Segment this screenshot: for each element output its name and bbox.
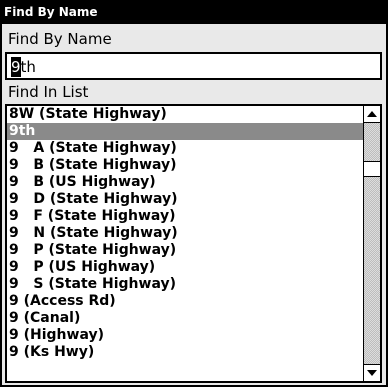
scroll-thumb[interactable] — [364, 161, 380, 177]
list-item-selected[interactable]: 9th — [7, 123, 363, 140]
scroll-up-button[interactable] — [364, 106, 380, 123]
list-item[interactable]: 9 P (State Highway) — [7, 242, 363, 259]
list-item[interactable]: 9 D (State Highway) — [7, 191, 363, 208]
list-scrollbar[interactable] — [363, 106, 380, 381]
results-list[interactable]: 8W (State Highway) 9th 9 A (State Highwa… — [5, 104, 382, 383]
arrow-down-icon — [367, 370, 377, 376]
list-item[interactable]: 9 B (US Highway) — [7, 174, 363, 191]
list-item[interactable]: 9 (Canal) — [7, 310, 363, 327]
list-item[interactable]: 9 (Ks Hwy) — [7, 344, 363, 361]
search-input[interactable]: 9th — [5, 52, 382, 80]
results-list-items: 8W (State Highway) 9th 9 A (State Highwa… — [7, 106, 363, 381]
list-item[interactable]: 9 (Access Rd) — [7, 293, 363, 310]
list-item[interactable]: 9 F (State Highway) — [7, 208, 363, 225]
dialog-panel: Find By Name 9th Find In List 8W (State … — [2, 24, 386, 385]
arrow-up-icon — [367, 111, 377, 117]
find-by-name-dialog: Find By Name Find By Name 9th Find In Li… — [0, 0, 388, 387]
text-cursor: 9 — [11, 57, 21, 77]
list-item[interactable]: 9 N (State Highway) — [7, 225, 363, 242]
list-item[interactable]: 9 P (US Highway) — [7, 259, 363, 276]
scroll-down-button[interactable] — [364, 364, 380, 381]
find-in-list-label: Find In List — [8, 83, 89, 101]
list-item[interactable]: 9 S (State Highway) — [7, 276, 363, 293]
list-item[interactable]: 8W (State Highway) — [7, 106, 363, 123]
list-item[interactable]: 9 A (State Highway) — [7, 140, 363, 157]
find-by-name-label: Find By Name — [8, 30, 112, 48]
list-item[interactable]: 9 B (State Highway) — [7, 157, 363, 174]
search-input-text: th — [20, 58, 36, 76]
list-item[interactable]: 9 (Highway) — [7, 327, 363, 344]
search-input-value: 9th — [11, 57, 36, 77]
window-title: Find By Name — [0, 0, 388, 24]
